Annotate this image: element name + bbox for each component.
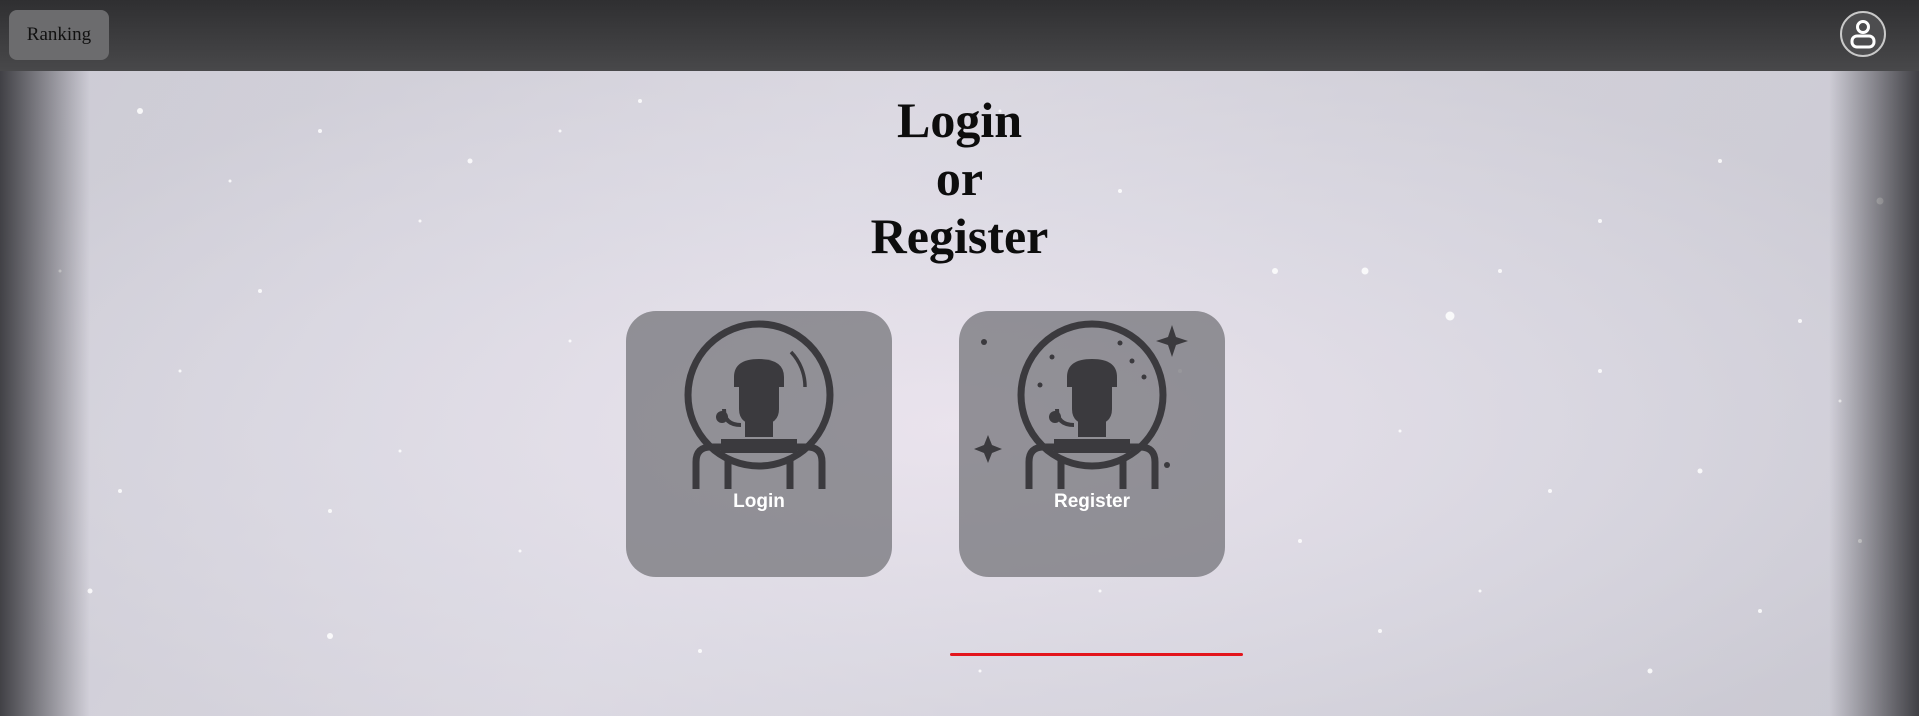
astronaut-sparkles-icon: [974, 320, 1188, 489]
page-title: Login or Register: [0, 91, 1919, 265]
register-label: Register: [1053, 491, 1131, 512]
ranking-button[interactable]: Ranking: [9, 10, 109, 60]
login-card[interactable]: Login: [626, 311, 892, 577]
title-line-login: Login: [896, 92, 1023, 148]
user-icon: [1850, 20, 1876, 49]
title-line-or: or: [935, 150, 984, 206]
login-label: Login: [733, 491, 785, 512]
title-line-register: Register: [870, 208, 1049, 264]
top-bar: Ranking: [0, 0, 1919, 71]
register-card[interactable]: Register: [959, 311, 1225, 577]
profile-button[interactable]: [1840, 11, 1886, 57]
register-active-underline: [950, 653, 1243, 656]
astronaut-icon: [684, 320, 834, 489]
